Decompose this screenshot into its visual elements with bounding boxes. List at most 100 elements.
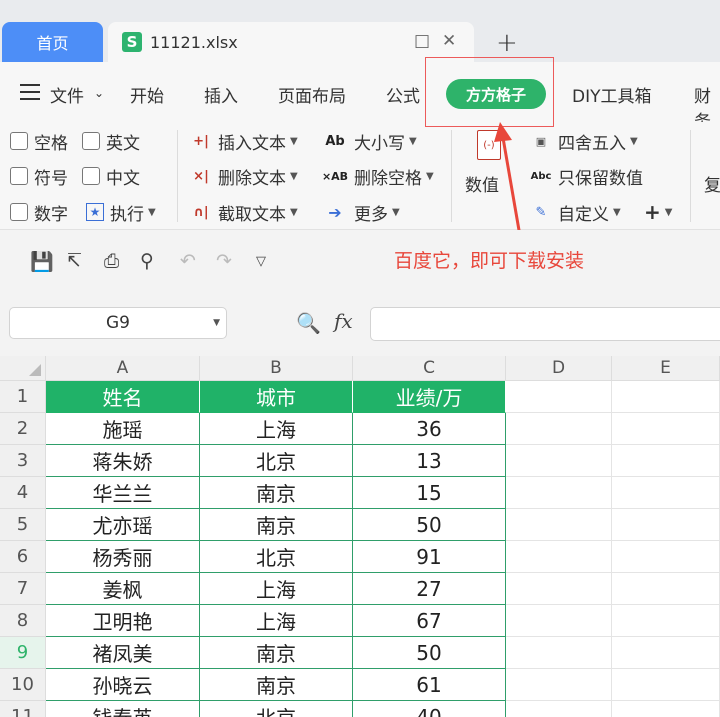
table-cell[interactable]: 40 — [353, 701, 506, 717]
row-header[interactable]: 8 — [0, 605, 46, 637]
table-cell[interactable]: 钱春英 — [46, 701, 200, 717]
empty-cell[interactable] — [506, 445, 612, 477]
select-all-corner[interactable] — [0, 356, 46, 381]
column-header[interactable]: E — [612, 356, 720, 381]
empty-cell[interactable] — [506, 413, 612, 445]
table-cell[interactable]: 上海 — [200, 605, 353, 637]
checkbox-english[interactable]: 英文 — [82, 128, 140, 154]
zoom-icon[interactable]: 🔍 — [296, 311, 321, 335]
empty-cell[interactable] — [612, 445, 720, 477]
redo-icon[interactable]: ↷ — [216, 250, 232, 272]
undo-icon[interactable]: ↶ — [180, 250, 196, 272]
checkbox-box[interactable] — [10, 167, 28, 185]
chevron-down-icon[interactable]: ⌄ — [94, 86, 104, 100]
case-button[interactable]: Ab 大小写 ▼ — [322, 128, 416, 154]
chevron-down-icon[interactable]: ▼ — [213, 318, 220, 328]
row-header[interactable]: 6 — [0, 541, 46, 573]
table-cell[interactable]: 13 — [353, 445, 506, 477]
checkbox-symbol[interactable]: 符号 — [10, 163, 68, 189]
empty-cell[interactable] — [612, 701, 720, 717]
extract-text-button[interactable]: ∩| 截取文本 ▼ — [190, 199, 297, 225]
insert-text-button[interactable]: +| 插入文本 ▼ — [190, 128, 298, 154]
table-cell[interactable]: 上海 — [200, 413, 353, 445]
table-cell[interactable]: 36 — [353, 413, 506, 445]
spreadsheet-grid[interactable]: A B C D E 1 姓名 城市 业绩/万 2 施瑶 上海 36 3 蒋朱娇 北京 13 4 华兰兰 南京 15 5 尤亦… — [0, 356, 720, 717]
menu-insert[interactable]: 插入 — [204, 82, 238, 107]
customize-dropdown-icon[interactable]: ▽ — [256, 254, 266, 269]
table-cell[interactable]: 北京 — [200, 541, 353, 573]
menu-page-layout[interactable]: 页面布局 — [278, 82, 346, 107]
empty-cell[interactable] — [506, 541, 612, 573]
menu-diy-toolbox[interactable]: DIY工具箱 — [572, 82, 652, 107]
checkbox-number[interactable]: 数字 — [10, 199, 68, 225]
close-tab-icon[interactable]: ✕ — [442, 31, 456, 51]
delete-space-button[interactable]: ×AB 删除空格 ▼ — [322, 163, 434, 189]
empty-cell[interactable] — [612, 509, 720, 541]
table-cell[interactable]: 孙晓云 — [46, 669, 200, 701]
column-header[interactable]: B — [200, 356, 353, 381]
column-header[interactable]: A — [46, 356, 200, 381]
empty-cell[interactable] — [506, 509, 612, 541]
formula-input[interactable] — [370, 307, 720, 341]
empty-cell[interactable] — [506, 381, 612, 413]
tab-workbook[interactable]: S 11121.xlsx □ ✕ — [108, 22, 474, 62]
table-cell[interactable]: 卫明艳 — [46, 605, 200, 637]
empty-cell[interactable] — [612, 541, 720, 573]
table-cell[interactable]: 27 — [353, 573, 506, 605]
tab-home[interactable]: 首页 — [2, 22, 103, 62]
checkbox-chinese[interactable]: 中文 — [82, 163, 140, 189]
empty-cell[interactable] — [506, 573, 612, 605]
table-cell[interactable]: 15 — [353, 477, 506, 509]
empty-cell[interactable] — [612, 573, 720, 605]
more-button[interactable]: ➔ 更多 ▼ — [322, 199, 399, 225]
extra-tool-label[interactable]: 复 — [704, 170, 720, 196]
menu-formula[interactable]: 公式 — [386, 82, 420, 107]
row-header[interactable]: 3 — [0, 445, 46, 477]
keep-values-button[interactable]: Abc 只保留数值 — [530, 163, 643, 189]
row-header[interactable]: 1 — [0, 381, 46, 413]
monitor-icon[interactable]: □ — [414, 31, 430, 51]
row-header[interactable]: 10 — [0, 669, 46, 701]
empty-cell[interactable] — [612, 637, 720, 669]
name-box[interactable]: G9 ▼ — [9, 307, 227, 339]
hamburger-icon[interactable] — [20, 84, 40, 100]
delete-text-button[interactable]: ×| 删除文本 ▼ — [190, 163, 298, 189]
table-cell[interactable]: 褚凤美 — [46, 637, 200, 669]
row-header[interactable]: 5 — [0, 509, 46, 541]
row-header[interactable]: 4 — [0, 477, 46, 509]
table-cell[interactable]: 50 — [353, 509, 506, 541]
add-button[interactable]: + ▼ — [644, 199, 672, 225]
table-header-cell[interactable]: 姓名 — [46, 381, 200, 413]
empty-cell[interactable] — [506, 477, 612, 509]
fx-icon[interactable]: fx — [334, 309, 353, 333]
empty-cell[interactable] — [612, 413, 720, 445]
table-cell[interactable]: 91 — [353, 541, 506, 573]
empty-cell[interactable] — [506, 669, 612, 701]
table-cell[interactable]: 华兰兰 — [46, 477, 200, 509]
round-button[interactable]: ▣ 四舍五入 ▼ — [530, 128, 638, 154]
column-header[interactable]: C — [353, 356, 506, 381]
execute-button[interactable]: ★ 执行 ▼ — [86, 199, 156, 225]
print-icon[interactable]: ⎙ — [104, 250, 119, 272]
table-cell[interactable]: 67 — [353, 605, 506, 637]
checkbox-box[interactable] — [10, 203, 28, 221]
empty-cell[interactable] — [506, 637, 612, 669]
row-header[interactable]: 9 — [0, 637, 46, 669]
table-cell[interactable]: 50 — [353, 637, 506, 669]
table-cell[interactable]: 南京 — [200, 477, 353, 509]
table-header-cell[interactable]: 业绩/万 — [353, 381, 506, 413]
table-cell[interactable]: 61 — [353, 669, 506, 701]
empty-cell[interactable] — [506, 605, 612, 637]
empty-cell[interactable] — [612, 477, 720, 509]
row-header[interactable]: 7 — [0, 573, 46, 605]
custom-button[interactable]: ✎ 自定义 ▼ — [530, 199, 621, 225]
empty-cell[interactable] — [612, 605, 720, 637]
column-header[interactable]: D — [506, 356, 612, 381]
row-header[interactable]: 11 — [0, 701, 46, 717]
print-preview-icon[interactable]: ⚲ — [140, 250, 154, 272]
empty-cell[interactable] — [506, 701, 612, 717]
table-cell[interactable]: 南京 — [200, 637, 353, 669]
table-cell[interactable]: 南京 — [200, 669, 353, 701]
empty-cell[interactable] — [612, 381, 720, 413]
menu-start[interactable]: 开始 — [130, 82, 164, 107]
